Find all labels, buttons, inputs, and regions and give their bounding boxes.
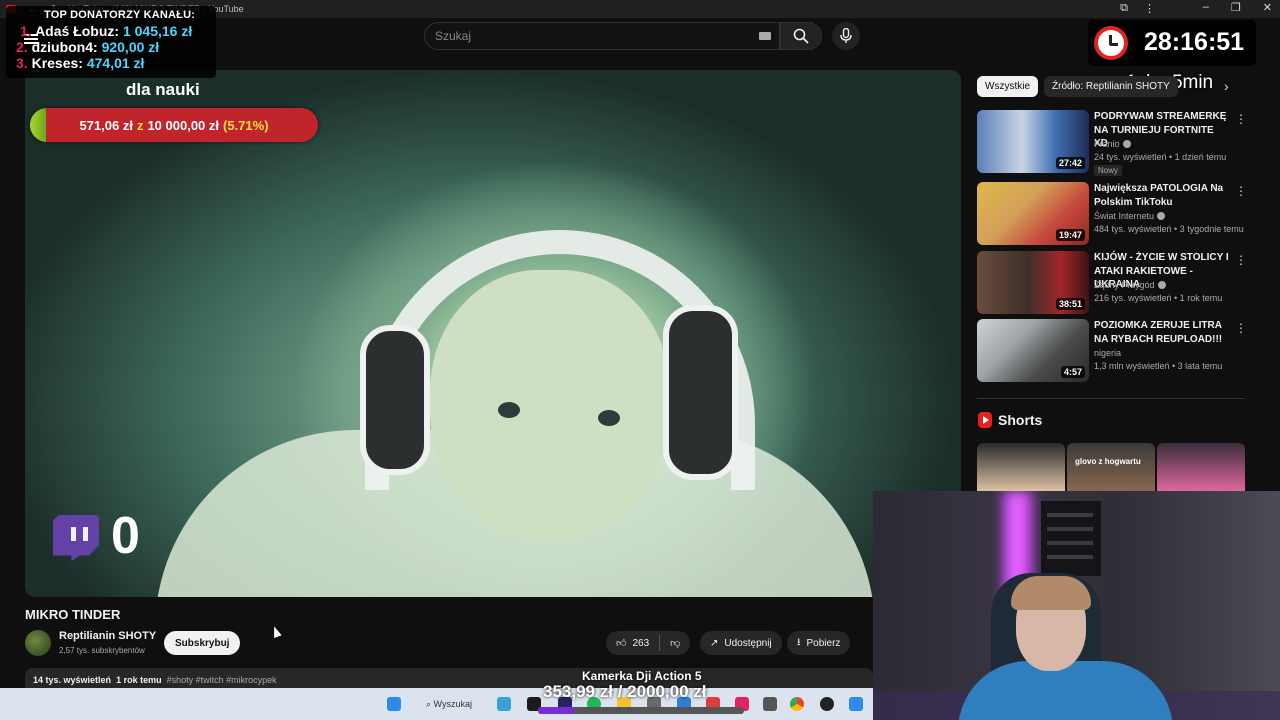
video-player[interactable]: 0	[25, 70, 961, 597]
verified-icon	[1157, 281, 1166, 289]
recommendation-channel[interactable]: nigeria	[1094, 348, 1121, 358]
share-button[interactable]: ↗ Udostępnij	[700, 631, 782, 655]
thumbs-up-icon[interactable]: 👍︎	[616, 637, 626, 649]
top-donors-overlay: TOP DONATORZY KANAŁU: 1. Adaś Łobuz: 1 0…	[6, 6, 216, 78]
channel-name[interactable]: Reptilianin SHOTY	[59, 630, 156, 642]
recommendation-meta: 216 tys. wyświetleń • 1 rok temu	[1094, 293, 1223, 303]
extensions-icon[interactable]: ⧉	[1120, 2, 1128, 15]
verified-icon	[1157, 212, 1166, 220]
download-icon: ⭳	[797, 636, 801, 648]
short-thumbnail[interactable]	[1157, 443, 1245, 493]
video-frame-earcup-left	[360, 325, 430, 475]
section-divider	[977, 398, 1245, 399]
recommendation-item[interactable]: 27:42 PODRYWAM STREAMERKĘ NA TURNIEJU FO…	[977, 110, 1247, 176]
close-window-icon[interactable]: ✕	[1263, 1, 1272, 14]
video-thumbnail[interactable]: 38:51	[977, 251, 1089, 314]
recommendation-title[interactable]: Największa PATOLOGIA Na Polskim TikToku	[1094, 182, 1229, 209]
recommendation-channel[interactable]: Żądny Przygód	[1094, 280, 1166, 290]
chrome-icon[interactable]	[790, 697, 804, 711]
more-options-icon[interactable]: ⋮	[1235, 253, 1247, 267]
video-thumbnail[interactable]: 19:47	[977, 182, 1089, 245]
screen: ← ↻ YouTube - (149) MIKRO TINDER - YouTu…	[0, 0, 1280, 720]
video-title: MIKRO TINDER	[25, 607, 121, 622]
video-frame-face	[430, 270, 670, 540]
video-thumbnail[interactable]: 27:42	[977, 110, 1089, 173]
obs-icon[interactable]	[820, 697, 834, 711]
streamer-facecam	[873, 491, 1280, 720]
search-placeholder: Szukaj	[435, 29, 472, 43]
donor-row: 1. Adaś Łobuz: 1 045,16 zł	[20, 23, 193, 39]
windows-start-icon[interactable]	[387, 697, 401, 711]
recommendation-meta: 24 tys. wyświetleń • 1 dzień temu	[1094, 152, 1227, 162]
short-thumbnail[interactable]	[977, 443, 1065, 493]
short-thumbnail[interactable]: glovo z hogwartu	[1067, 443, 1155, 493]
recommendation-channel[interactable]: Świat Internetu	[1094, 211, 1166, 221]
recommendation-title[interactable]: POZIOMKA ZERUJE LITRA NA RYBACH REUPLOAD…	[1094, 319, 1229, 346]
subscribe-button[interactable]: Subskrybuj	[164, 631, 241, 655]
subathon-timer: 28:16:51	[1088, 20, 1256, 66]
filter-chips: Wszystkie Źródło: Reptilianin SHOTY	[977, 76, 1178, 97]
viewer-count: 0	[111, 507, 140, 565]
microphone-icon	[840, 28, 852, 43]
more-options-icon[interactable]: ⋮	[1235, 112, 1247, 126]
video-frame-earcup-right	[663, 305, 738, 480]
video-thumbnail[interactable]: 4:57	[977, 319, 1089, 382]
like-dislike-group: 👍︎ 263 👎︎	[606, 631, 691, 655]
taskbar-search[interactable]: ⌕ Wyszukaj	[426, 699, 472, 710]
thumbs-down-icon[interactable]: 👎︎	[670, 637, 680, 649]
donor-row: 3. Kreses: 474,01 zł	[16, 55, 145, 71]
camera-goal-label: Kamerka Dji Action 5	[582, 669, 702, 683]
verified-icon	[1122, 140, 1131, 148]
goal-title: dla nauki	[126, 80, 200, 99]
mouse-app-icon[interactable]	[763, 697, 777, 711]
donation-goal-text: 571,06 zł z 10 000,00 zł (5.71%)	[79, 117, 269, 133]
shorts-icon	[978, 412, 992, 428]
donors-header: TOP DONATORZY KANAŁU:	[44, 9, 196, 21]
alarm-clock-icon	[1094, 26, 1128, 60]
recommendation-meta: 1,3 mln wyświetleń • 3 lata temu	[1094, 361, 1223, 371]
recommendation-channel[interactable]: Franio	[1094, 139, 1131, 149]
camera-goal-text: 353,99 zł / 2000,00 zł	[543, 682, 707, 701]
more-options-icon[interactable]: ⋮	[1235, 321, 1247, 335]
chip-source[interactable]: Źródło: Reptilianin SHOTY	[1044, 76, 1178, 97]
file-explorer-icon[interactable]	[497, 697, 511, 711]
chip-all[interactable]: Wszystkie	[977, 76, 1038, 97]
donor-row: 2. dziubon4: 920,00 zł	[16, 39, 160, 55]
description-meta: 14 tys. wyświetleń 1 rok temu #shoty #tw…	[33, 675, 277, 685]
recommendation-item[interactable]: 4:57 POZIOMKA ZERUJE LITRA NA RYBACH REU…	[977, 319, 1247, 383]
camera-goal-bar	[538, 707, 744, 714]
recommendation-item[interactable]: 19:47 Największa PATOLOGIA Na Polskim Ti…	[977, 182, 1247, 246]
download-button[interactable]: ⭳ Pobierz	[787, 631, 851, 655]
donation-goal-bar: 571,06 zł z 10 000,00 zł (5.71%)	[30, 108, 318, 142]
mouse-cursor-icon	[270, 624, 282, 639]
more-options-icon[interactable]: ⋮	[1235, 184, 1247, 198]
minimize-icon[interactable]: –	[1203, 1, 1209, 14]
maximize-icon[interactable]: ❐	[1231, 1, 1241, 14]
shorts-header: Shorts	[978, 412, 1042, 428]
chevron-right-icon[interactable]: ›	[1224, 78, 1229, 94]
timer-value: 28:16:51	[1144, 28, 1245, 56]
share-icon: ↗	[710, 637, 719, 649]
search-button[interactable]	[780, 22, 822, 50]
keyboard-icon[interactable]	[759, 32, 771, 40]
camera-goal-fill	[538, 707, 575, 714]
recommendation-item[interactable]: 38:51 KIJÓW - ŻYCIE W STOLICY I ATAKI RA…	[977, 251, 1247, 315]
app-icon[interactable]	[849, 697, 863, 711]
like-count[interactable]: 263	[632, 638, 649, 649]
search-input[interactable]: Szukaj	[424, 22, 780, 50]
search-icon	[793, 28, 809, 44]
channel-avatar[interactable]	[25, 630, 51, 656]
new-badge: Nowy	[1094, 165, 1123, 176]
voice-search-button[interactable]	[832, 22, 860, 50]
subscriber-count: 2,57 tys. subskrybentów	[59, 646, 145, 655]
recommendation-meta: 484 tys. wyświetleń • 3 tygodnie temu	[1094, 224, 1244, 234]
twitch-icon	[53, 515, 99, 561]
menu-dots-icon[interactable]: ⋮	[1144, 2, 1155, 15]
